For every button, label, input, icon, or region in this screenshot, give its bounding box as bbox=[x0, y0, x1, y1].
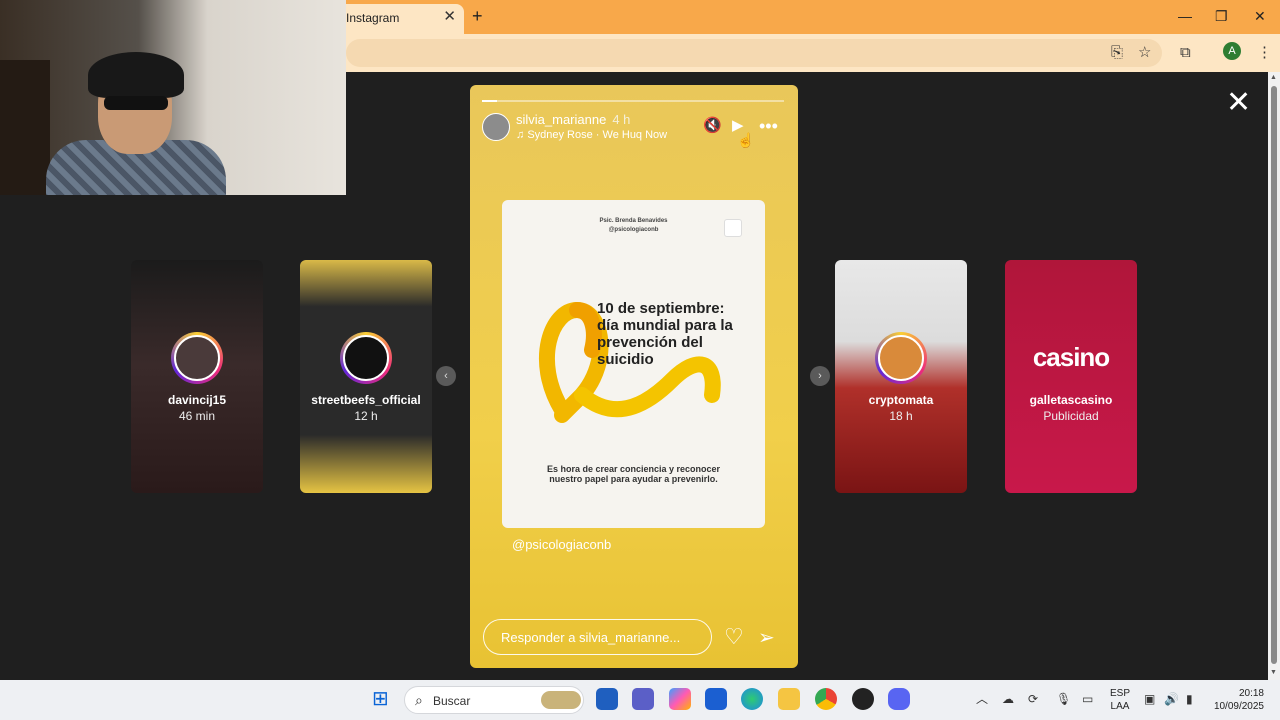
menu-kebab-icon[interactable]: ⋮ bbox=[1257, 44, 1272, 62]
lang-line-2: LAA bbox=[1110, 701, 1130, 712]
taskbar: ⊞ ⌕ Buscar ︿ ☁ ⟳ 🎙 ▭ ESP LAA ▣ 🔊 ▮ 20:18… bbox=[0, 680, 1280, 720]
search-placeholder: Buscar bbox=[433, 694, 471, 708]
active-story[interactable]: silvia_marianne 4 h ♫ Sydney Rose · We Hu… bbox=[470, 85, 798, 668]
story-avatar bbox=[171, 332, 223, 384]
profile-avatar[interactable]: A bbox=[1223, 42, 1241, 60]
search-icon: ⌕ bbox=[415, 692, 423, 708]
story-mention[interactable]: @psicologiaconb bbox=[512, 537, 611, 552]
close-window-button[interactable]: ✕ bbox=[1254, 7, 1266, 25]
story-card[interactable]: davincij15 46 min bbox=[131, 260, 263, 493]
display-icon[interactable]: ▭ bbox=[1082, 692, 1093, 706]
shared-post[interactable]: Psic. Brenda Benavides @psicologiaconb 1… bbox=[502, 200, 765, 528]
send-icon[interactable]: ➢ bbox=[758, 627, 775, 649]
clock-date: 10/09/2025 bbox=[1213, 701, 1264, 712]
story-progress-fill bbox=[482, 100, 498, 102]
webcam-person-glasses bbox=[104, 96, 168, 110]
close-viewer-button[interactable]: ✕ bbox=[1226, 88, 1251, 118]
webcam-background bbox=[0, 60, 50, 195]
story-header: silvia_marianne 4 h bbox=[516, 112, 630, 127]
store-app-icon[interactable] bbox=[596, 688, 618, 710]
tab-title: Instagram bbox=[346, 11, 400, 25]
story-avatar bbox=[875, 332, 927, 384]
story-author-avatar[interactable] bbox=[482, 113, 510, 141]
story-time: 4 h bbox=[612, 112, 631, 127]
scroll-down-icon[interactable]: ▼ bbox=[1270, 669, 1277, 676]
story-author-username[interactable]: silvia_marianne bbox=[516, 112, 606, 127]
obs-app-icon[interactable] bbox=[852, 688, 874, 710]
tab-instagram[interactable]: Instagram ✕ bbox=[336, 4, 464, 34]
clock-time: 20:18 bbox=[1238, 688, 1264, 699]
microphone-icon[interactable]: 🎙 bbox=[1056, 692, 1071, 706]
story-time: 12 h bbox=[354, 409, 378, 423]
mute-icon[interactable]: 🔇 bbox=[703, 117, 722, 135]
story-username: davincij15 bbox=[167, 393, 227, 407]
story-card[interactable]: casino galletascasino Publicidad bbox=[1005, 260, 1137, 493]
search-highlight-icon bbox=[541, 691, 581, 709]
extensions-icon[interactable]: ⧉ bbox=[1180, 44, 1191, 62]
teams-app-icon[interactable] bbox=[632, 688, 654, 710]
taskbar-search[interactable]: ⌕ Buscar bbox=[404, 686, 584, 714]
story-sponsored-label: Publicidad bbox=[1043, 409, 1099, 423]
battery-icon[interactable]: ▮ bbox=[1186, 692, 1193, 706]
story-avatar bbox=[340, 332, 392, 384]
minimize-button[interactable]: — bbox=[1178, 7, 1192, 25]
story-card[interactable]: cryptomata 18 h bbox=[835, 260, 967, 493]
music-bars-icon: ♫ bbox=[516, 129, 528, 141]
post-checkbox bbox=[724, 219, 742, 237]
edge-app-icon[interactable] bbox=[741, 688, 763, 710]
copilot-app-icon[interactable] bbox=[669, 688, 691, 710]
install-app-icon[interactable]: ⎘ bbox=[1111, 44, 1123, 62]
mouse-cursor-icon: ☝ bbox=[737, 132, 755, 148]
webcam-person-hair bbox=[88, 52, 184, 98]
windows-start-icon[interactable]: ⊞ bbox=[372, 688, 389, 710]
webcam-overlay bbox=[0, 0, 346, 195]
story-username: cryptomata bbox=[868, 393, 934, 407]
bookmark-star-icon[interactable]: ☆ bbox=[1138, 44, 1151, 62]
more-options-icon[interactable]: ••• bbox=[759, 117, 778, 135]
next-story-button[interactable]: › bbox=[810, 366, 830, 386]
file-explorer-icon[interactable] bbox=[778, 688, 800, 710]
reply-input[interactable]: Responder a silvia_marianne... bbox=[483, 619, 712, 655]
story-username: galletascasino bbox=[1029, 393, 1113, 407]
story-card[interactable]: streetbeefs_official 12 h bbox=[300, 260, 432, 493]
reply-placeholder: Responder a silvia_marianne... bbox=[501, 630, 681, 645]
scrollbar[interactable]: ▲ ▼ bbox=[1268, 72, 1280, 680]
story-music-label: Sydney Rose · We Huq Now bbox=[527, 129, 668, 141]
story-progress-bar bbox=[482, 100, 784, 102]
input-language[interactable]: ESP LAA bbox=[1110, 687, 1130, 713]
volume-icon[interactable]: 🔊 bbox=[1164, 692, 1179, 706]
chrome-app-icon[interactable] bbox=[815, 688, 837, 710]
casino-logo-icon: casino bbox=[1032, 342, 1110, 372]
post-body: Es hora de crear conciencia y reconocer … bbox=[546, 464, 721, 484]
restore-button[interactable]: ❐ bbox=[1215, 7, 1228, 25]
story-music[interactable]: ♫ Sydney Rose · We Huq Now bbox=[516, 129, 667, 141]
prev-story-button[interactable]: ‹ bbox=[436, 366, 456, 386]
sync-icon[interactable]: ⟳ bbox=[1028, 692, 1038, 706]
office-app-icon[interactable] bbox=[705, 688, 727, 710]
onedrive-icon[interactable]: ☁ bbox=[1002, 692, 1014, 706]
story-time: 18 h bbox=[889, 409, 913, 423]
like-heart-icon[interactable]: ♡ bbox=[724, 625, 744, 649]
scroll-up-icon[interactable]: ▲ bbox=[1270, 74, 1277, 81]
scroll-thumb[interactable] bbox=[1271, 86, 1277, 664]
discord-app-icon[interactable] bbox=[888, 688, 910, 710]
show-hidden-icons[interactable]: ︿ bbox=[976, 692, 988, 706]
new-tab-button[interactable]: + bbox=[472, 6, 483, 26]
story-username: streetbeefs_official bbox=[311, 393, 421, 407]
address-bar[interactable] bbox=[346, 39, 1162, 67]
post-title: 10 de septiembre: día mundial para la pr… bbox=[597, 300, 733, 368]
lang-line-1: ESP bbox=[1110, 688, 1131, 699]
close-tab-icon[interactable]: ✕ bbox=[443, 9, 456, 24]
system-clock[interactable]: 20:18 10/09/2025 bbox=[1208, 687, 1264, 713]
story-time: 46 min bbox=[178, 409, 216, 423]
network-icon[interactable]: ▣ bbox=[1144, 692, 1155, 706]
